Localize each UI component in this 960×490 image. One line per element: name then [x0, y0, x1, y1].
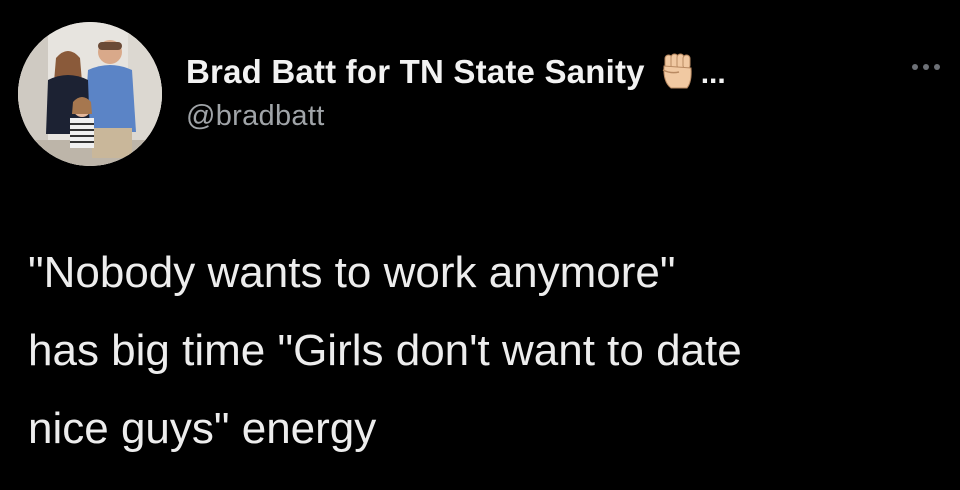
raised-fist-icon [657, 52, 697, 92]
author-block: Brad Batt for TN State Sanity ... @bradb… [186, 50, 726, 133]
avatar-photo [18, 22, 162, 166]
display-name-row[interactable]: Brad Batt for TN State Sanity ... [186, 50, 726, 94]
more-horizontal-icon [923, 64, 929, 70]
author-handle[interactable]: @bradbatt [186, 100, 726, 133]
display-name[interactable]: Brad Batt for TN State Sanity [186, 53, 645, 91]
more-horizontal-icon [912, 64, 918, 70]
tweet-text-line: has big time "Girls don't want to date [28, 326, 742, 375]
name-truncation: ... [700, 57, 726, 90]
tweet-text: "Nobody wants to work anymore" has big t… [28, 234, 953, 468]
tweet-text-line: nice guys" energy [28, 404, 377, 453]
tweet-card: Brad Batt for TN State Sanity ... @bradb… [0, 0, 960, 490]
avatar[interactable] [18, 22, 162, 166]
tweet-text-line: "Nobody wants to work anymore" [28, 248, 676, 297]
more-options-button[interactable] [904, 52, 948, 82]
more-horizontal-icon [934, 64, 940, 70]
